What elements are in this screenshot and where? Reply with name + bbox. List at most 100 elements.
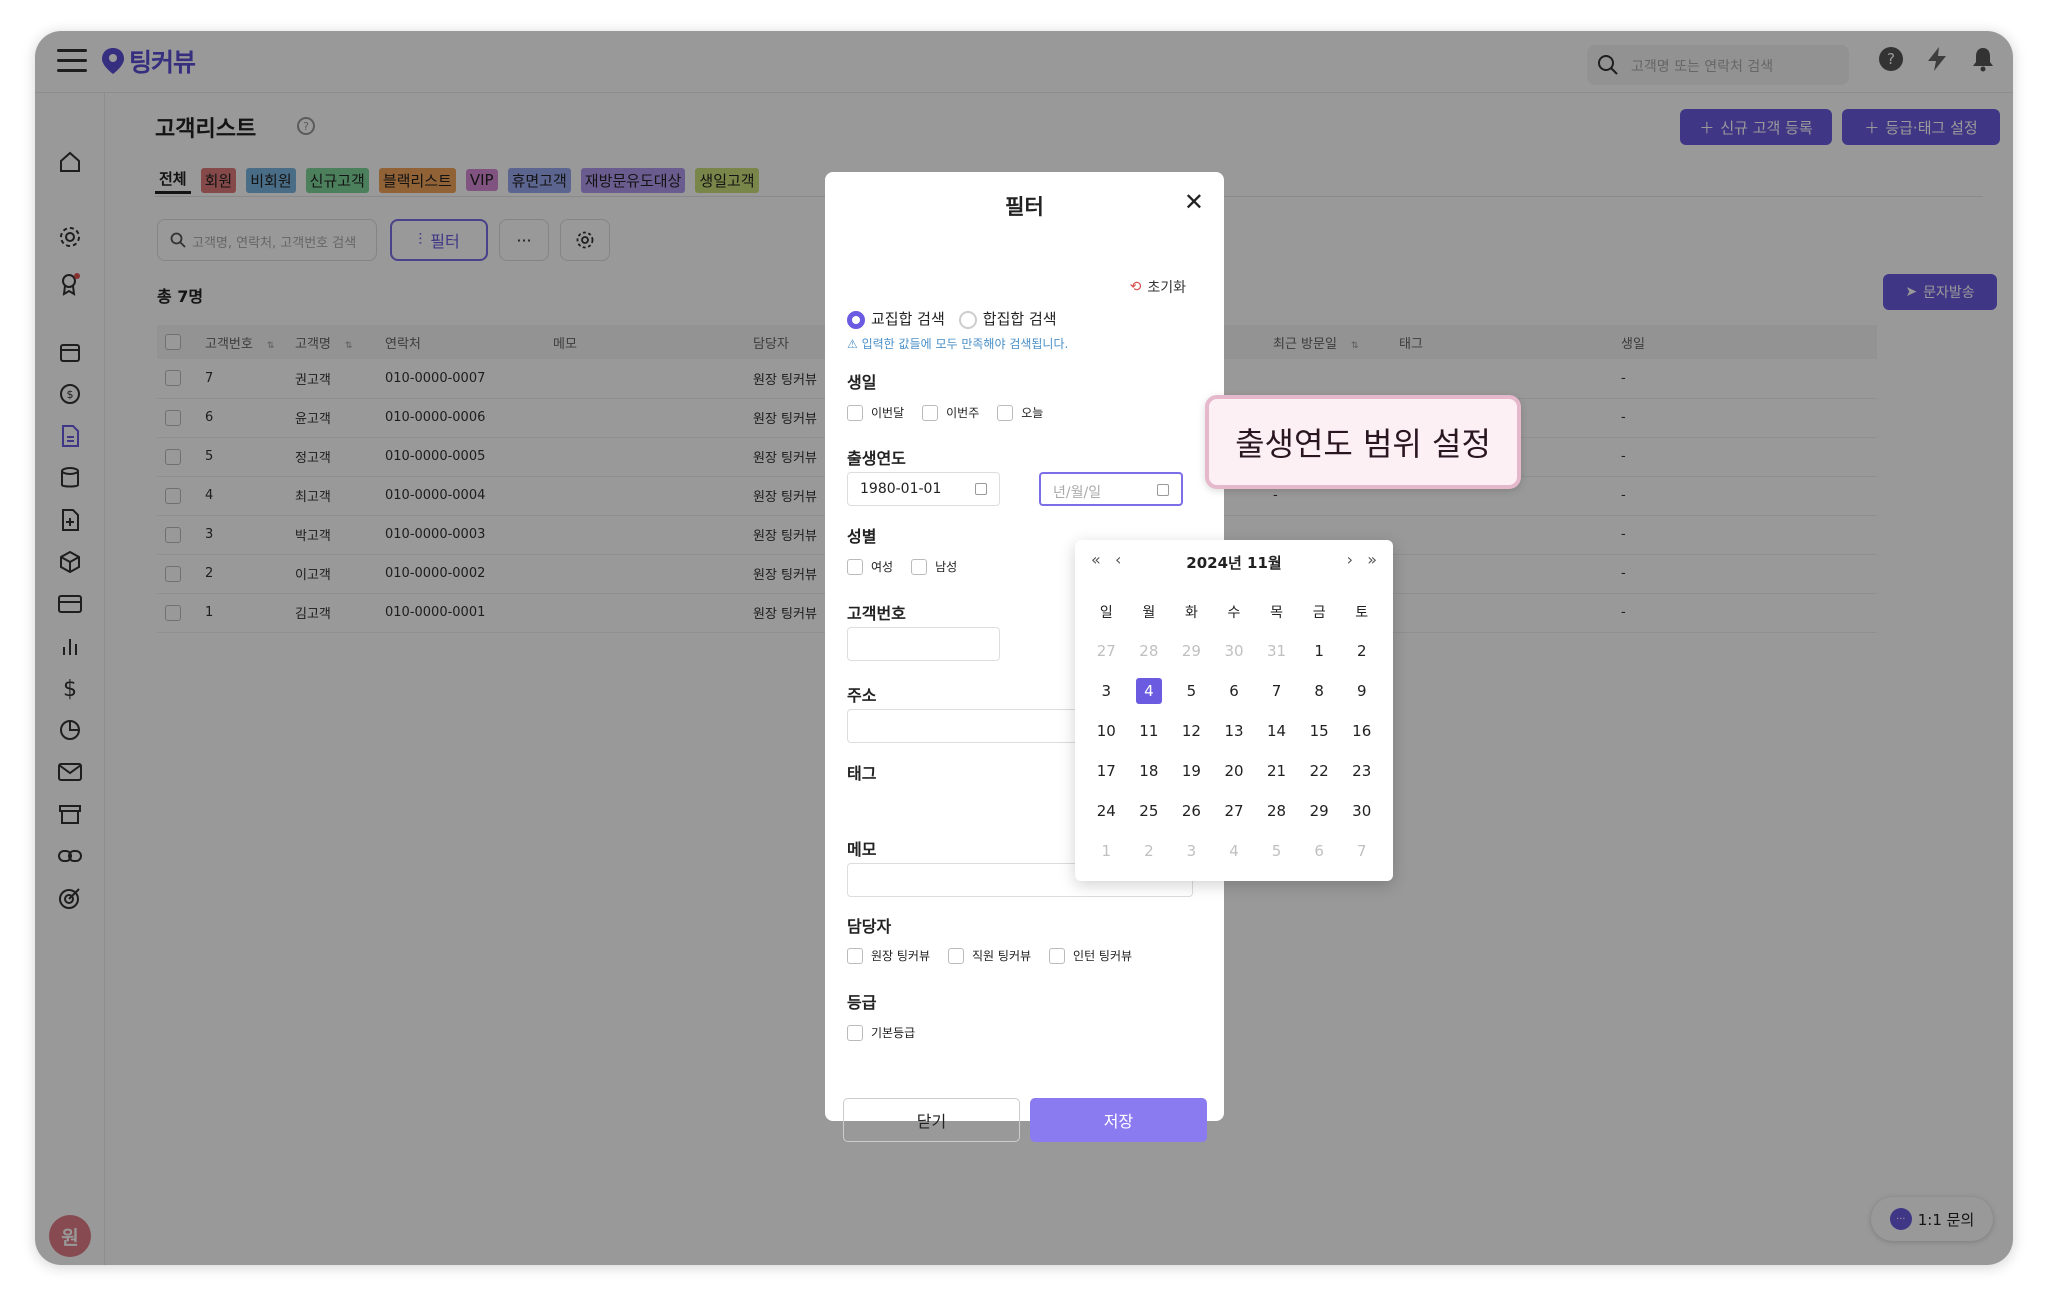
calendar-day[interactable]: 23 <box>1340 751 1383 791</box>
calendar-icon <box>1157 484 1169 496</box>
calendar-title: 2024년 11월 <box>1186 554 1282 572</box>
birth-year-to-input[interactable]: 년/월/일 <box>1039 472 1183 506</box>
radio-or[interactable]: 합집합 검색 <box>958 308 1057 329</box>
tag-label: 태그 <box>847 764 877 783</box>
calendar-day[interactable]: 20 <box>1213 751 1256 791</box>
calendar-day[interactable]: 17 <box>1085 751 1128 791</box>
calendar-day[interactable]: 6 <box>1213 671 1256 711</box>
calendar-day[interactable]: 22 <box>1298 751 1341 791</box>
birth-year-from-input[interactable]: 1980-01-01 <box>847 472 1000 506</box>
checkbox[interactable] <box>911 558 928 575</box>
save-button[interactable]: 저장 <box>1030 1098 1207 1142</box>
day-number: 4 <box>1229 842 1239 860</box>
calendar-day[interactable]: 30 <box>1340 791 1383 831</box>
radio-or-label: 합집합 검색 <box>982 310 1057 328</box>
birthday-options: 이번달 이번주 오늘 <box>847 404 1043 421</box>
checkbox-option[interactable]: 기본등급 <box>847 1024 915 1041</box>
calendar-day[interactable]: 6 <box>1298 831 1341 871</box>
day-number: 11 <box>1139 722 1159 740</box>
calendar-day[interactable]: 28 <box>1128 631 1171 671</box>
calendar-day[interactable]: 14 <box>1255 711 1298 751</box>
next-year-icon[interactable]: » <box>1367 550 1377 569</box>
calendar-day[interactable]: 9 <box>1340 671 1383 711</box>
calendar-day-selected[interactable]: 4 <box>1128 671 1171 711</box>
search-hint: ⚠ 입력한 값들에 모두 만족해야 검색됩니다. <box>847 335 1068 352</box>
calendar-day[interactable]: 7 <box>1340 831 1383 871</box>
checkbox-option[interactable]: 원장 팅커뷰 <box>847 947 930 964</box>
checkbox-label: 이번달 <box>871 406 905 420</box>
calendar-day[interactable]: 7 <box>1255 671 1298 711</box>
calendar-day[interactable]: 2 <box>1340 631 1383 671</box>
checkbox-label: 오늘 <box>1021 406 1044 420</box>
calendar-day[interactable]: 12 <box>1170 711 1213 751</box>
calendar-day[interactable]: 29 <box>1170 631 1213 671</box>
calendar-day[interactable]: 10 <box>1085 711 1128 751</box>
day-number: 19 <box>1181 762 1201 780</box>
checkbox[interactable] <box>1049 947 1066 964</box>
calendar-day[interactable]: 3 <box>1170 831 1213 871</box>
birth-year-label: 출생연도 <box>847 449 906 468</box>
calendar-day[interactable]: 3 <box>1085 671 1128 711</box>
calendar-day[interactable]: 18 <box>1128 751 1171 791</box>
day-number: 29 <box>1309 802 1329 820</box>
calendar-icon <box>975 483 987 495</box>
calendar-day[interactable]: 30 <box>1213 631 1256 671</box>
calendar-day[interactable]: 4 <box>1213 831 1256 871</box>
grade-label: 등급 <box>847 993 877 1012</box>
calendar-day[interactable]: 27 <box>1213 791 1256 831</box>
checkbox-option[interactable]: 이번달 <box>847 404 904 421</box>
calendar-day[interactable]: 1 <box>1085 831 1128 871</box>
calendar-day[interactable]: 24 <box>1085 791 1128 831</box>
reset-button[interactable]: ⟲ 초기화 <box>1130 277 1186 297</box>
checkbox[interactable] <box>847 558 863 575</box>
checkbox-label: 원장 팅커뷰 <box>871 949 931 963</box>
next-month-icon[interactable]: › <box>1347 550 1353 569</box>
reset-icon: ⟲ <box>1129 279 1142 295</box>
checkbox-option[interactable]: 여성 <box>847 558 893 575</box>
calendar-day[interactable]: 8 <box>1298 671 1341 711</box>
calendar-day[interactable]: 15 <box>1298 711 1341 751</box>
day-number: 10 <box>1096 722 1116 740</box>
calendar-day[interactable]: 13 <box>1213 711 1256 751</box>
calendar-day[interactable]: 5 <box>1170 671 1213 711</box>
staff-label: 담당자 <box>847 917 892 936</box>
radio-and[interactable]: 교집합 검색 <box>847 308 945 329</box>
birth-year-to-placeholder: 년/월/일 <box>1053 485 1102 501</box>
checkbox-option[interactable]: 남성 <box>911 558 957 575</box>
checkbox[interactable] <box>997 404 1014 421</box>
address-label: 주소 <box>847 686 877 705</box>
calendar-day[interactable]: 27 <box>1085 631 1128 671</box>
calendar-day[interactable]: 29 <box>1298 791 1341 831</box>
day-number: 8 <box>1314 682 1324 700</box>
checkbox[interactable] <box>847 1024 863 1041</box>
customer-no-input[interactable] <box>847 627 1000 661</box>
day-number: 5 <box>1186 682 1197 700</box>
checkbox[interactable] <box>847 404 863 421</box>
calendar-day[interactable]: 1 <box>1298 631 1341 671</box>
radio-and-label: 교집합 검색 <box>871 310 945 328</box>
close-button[interactable]: 닫기 <box>843 1098 1020 1142</box>
checkbox[interactable] <box>847 947 863 964</box>
day-number: 9 <box>1356 682 1367 700</box>
checkbox[interactable] <box>948 947 965 964</box>
calendar-day[interactable]: 25 <box>1128 791 1171 831</box>
day-number: 26 <box>1181 802 1201 820</box>
checkbox-option[interactable]: 이번주 <box>922 404 979 421</box>
checkbox-option[interactable]: 인턴 팅커뷰 <box>1049 947 1132 964</box>
calendar-day[interactable]: 31 <box>1255 631 1298 671</box>
checkbox-option[interactable]: 직원 팅커뷰 <box>948 947 1031 964</box>
checkbox-label: 직원 팅커뷰 <box>972 949 1032 963</box>
day-number: 2 <box>1144 842 1154 860</box>
calendar-day[interactable]: 16 <box>1340 711 1383 751</box>
calendar-day[interactable]: 26 <box>1170 791 1213 831</box>
calendar-day[interactable]: 5 <box>1255 831 1298 871</box>
calendar-day[interactable]: 19 <box>1170 751 1213 791</box>
calendar-day[interactable]: 11 <box>1128 711 1171 751</box>
checkbox[interactable] <box>922 404 939 421</box>
close-icon[interactable]: ✕ <box>1184 188 1204 216</box>
calendar-day[interactable]: 2 <box>1128 831 1171 871</box>
gender-options: 여성 남성 <box>847 558 957 575</box>
checkbox-option[interactable]: 오늘 <box>997 404 1043 421</box>
calendar-day[interactable]: 28 <box>1255 791 1298 831</box>
calendar-day[interactable]: 21 <box>1255 751 1298 791</box>
